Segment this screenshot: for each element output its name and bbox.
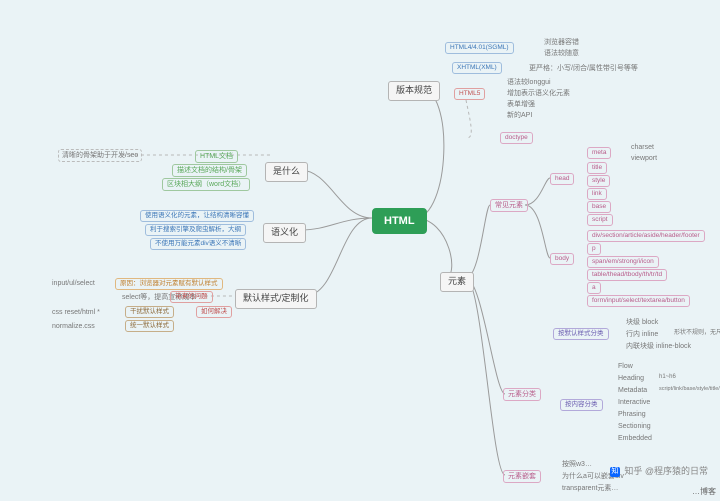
doctype[interactable]: doctype xyxy=(500,132,533,144)
whatis-item-1[interactable]: 描述文档的结构/骨架 xyxy=(172,164,247,177)
defstyle-problem-sub: input/ul/select xyxy=(48,277,99,290)
mindmap-stage: HTML 是什么 HTML文档 描述文档的结构/骨架 区块相大纲（word文档）… xyxy=(0,0,720,501)
body-i5[interactable]: form/input/select/textarea/button xyxy=(587,295,690,307)
cnt-metadata-v: script/link/base/style/title/template xyxy=(655,384,720,395)
element-nesting[interactable]: 元素嵌套 xyxy=(503,470,541,483)
defstyle-reset[interactable]: 干扰默认样式 xyxy=(125,306,174,318)
semantic-item-0[interactable]: 使用语义化的元素，让结构清晰容懂 xyxy=(140,210,254,222)
topic-version[interactable]: 版本规范 xyxy=(388,81,440,101)
body-i1[interactable]: p xyxy=(587,243,601,255)
topic-element[interactable]: 元素 xyxy=(440,272,474,292)
head-title[interactable]: title xyxy=(587,162,607,174)
ver-html5[interactable]: HTML5 xyxy=(454,88,485,100)
watermark-csdn: …博客 xyxy=(692,486,716,497)
defstyle-problem[interactable]: 带来的问题 xyxy=(170,291,213,303)
head-style[interactable]: style xyxy=(587,175,610,187)
topic-whatis[interactable]: 是什么 xyxy=(265,162,308,182)
ver-html4[interactable]: HTML4/4.01(SGML) xyxy=(445,42,514,54)
disp-inlineblock: 内联块级 inline-block xyxy=(622,340,695,353)
semantic-item-1[interactable]: 利于搜索引擎及爬虫解析，大纲 xyxy=(145,224,246,236)
meta-viewport: viewport xyxy=(627,152,661,165)
head-meta[interactable]: meta xyxy=(587,147,611,159)
cnt-embedded: Embedded xyxy=(614,432,656,445)
nest-2: transparent元素… xyxy=(558,482,622,495)
whatis-item-2[interactable]: 区块相大纲（word文档） xyxy=(162,178,250,191)
element-classify[interactable]: 元素分类 xyxy=(503,388,541,401)
common-elements[interactable]: 常见元素 xyxy=(490,199,528,212)
defstyle-normalize[interactable]: 统一默认样式 xyxy=(125,320,174,332)
defstyle-reason[interactable]: 原因：浏览器对元素赋有默认样式 xyxy=(115,278,223,290)
classify-content[interactable]: 按内容分类 xyxy=(560,399,603,411)
head-script[interactable]: script xyxy=(587,214,613,226)
disp-inline-v: 形状不规则，无尺寸 xyxy=(670,328,720,340)
ver-html5-v3: 新的API xyxy=(503,109,536,122)
semantic-item-2[interactable]: 不使用万能元素div语义不清晰 xyxy=(150,238,246,250)
topic-defaultstyle[interactable]: 默认样式/定制化 xyxy=(235,289,317,309)
ver-xhtml-v0: 更严格：小写/闭合/属性带引号等等 xyxy=(525,62,642,75)
body-i4[interactable]: a xyxy=(587,282,601,294)
ver-xhtml[interactable]: XHTML(XML) xyxy=(452,62,502,74)
body-i3[interactable]: table/thead/tbody/th/tr/td xyxy=(587,269,667,281)
root-node[interactable]: HTML xyxy=(372,208,427,234)
defstyle-reset-sub: css reset/html * xyxy=(48,306,104,319)
cnt-heading-v: h1~h6 xyxy=(655,372,680,384)
defstyle-normalize-sub: normalize.css xyxy=(48,320,99,333)
classify-display[interactable]: 按默认样式分类 xyxy=(553,328,609,340)
head-base[interactable]: base xyxy=(587,201,611,213)
head-node[interactable]: head xyxy=(550,173,574,185)
whatis-item-0[interactable]: HTML文档 xyxy=(195,150,238,163)
ver-html4-v1: 语法较随意 xyxy=(540,47,583,60)
whatis-note: 清晰的骨架助于开发/seo xyxy=(58,149,142,162)
edges-layer xyxy=(0,0,720,501)
head-link[interactable]: link xyxy=(587,188,607,200)
body-i0[interactable]: div/section/article/aside/header/footer xyxy=(587,230,705,242)
defstyle-howto[interactable]: 如何解决 xyxy=(196,306,232,318)
zhihu-icon: 知 xyxy=(610,467,620,477)
body-i2[interactable]: span/em/strong/i/icon xyxy=(587,256,659,268)
body-node[interactable]: body xyxy=(550,253,574,265)
watermark-zhihu: 知 知乎 @程序猿的日常 xyxy=(610,464,708,477)
topic-semantic[interactable]: 语义化 xyxy=(263,223,306,243)
